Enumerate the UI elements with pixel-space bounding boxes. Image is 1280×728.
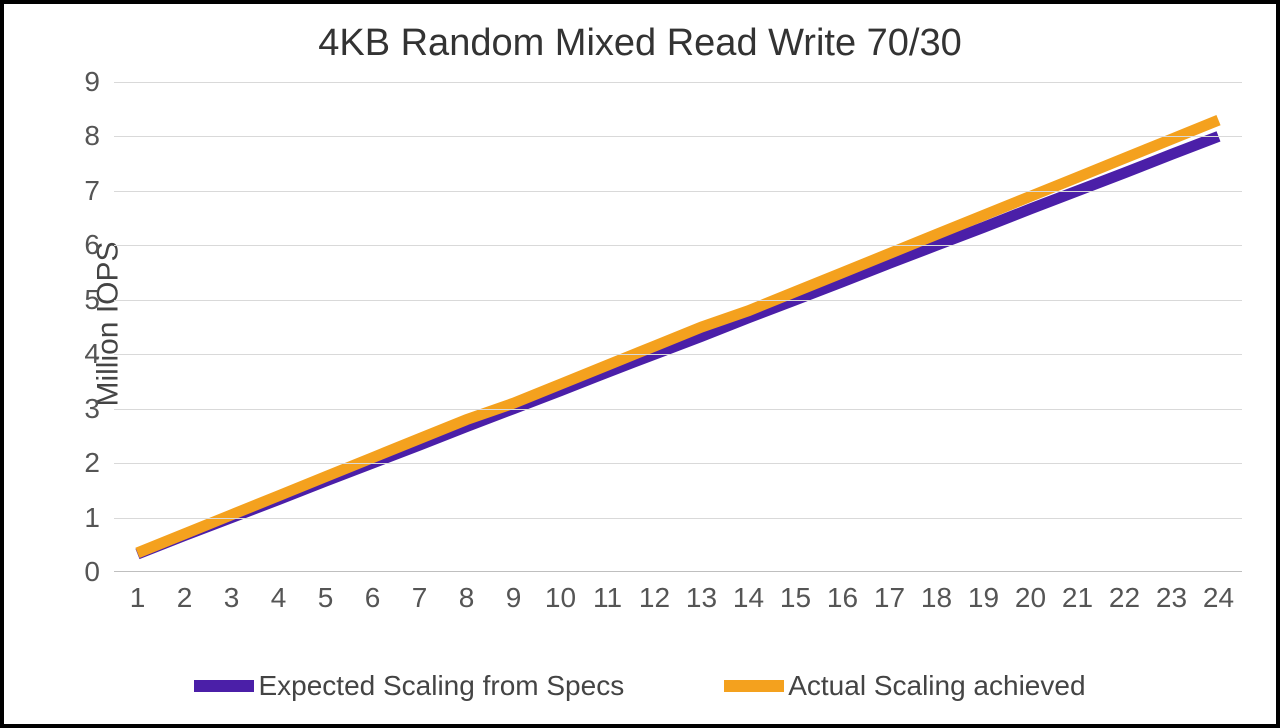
gridline (114, 245, 1242, 246)
gridline (114, 409, 1242, 410)
x-tick-label: 22 (1109, 572, 1140, 614)
legend-item-expected: Expected Scaling from Specs (194, 670, 624, 702)
gridline (114, 191, 1242, 192)
x-tick-label: 23 (1156, 572, 1187, 614)
chart-title: 4KB Random Mixed Read Write 70/30 (4, 22, 1276, 65)
gridline (114, 518, 1242, 519)
x-tick-label: 2 (177, 572, 193, 614)
gridline (114, 354, 1242, 355)
gridline (114, 136, 1242, 137)
x-tick-label: 12 (639, 572, 670, 614)
gridline (114, 463, 1242, 464)
gridline (114, 300, 1242, 301)
x-tick-label: 18 (921, 572, 952, 614)
y-tick-label: 3 (60, 393, 114, 425)
x-tick-label: 7 (412, 572, 428, 614)
x-tick-label: 21 (1062, 572, 1093, 614)
y-tick-label: 2 (60, 447, 114, 479)
x-tick-label: 6 (365, 572, 381, 614)
x-tick-label: 14 (733, 572, 764, 614)
x-tick-label: 24 (1203, 572, 1234, 614)
x-tick-label: 20 (1015, 572, 1046, 614)
y-tick-label: 9 (60, 66, 114, 98)
series-actual-line (138, 120, 1219, 553)
x-tick-label: 1 (130, 572, 146, 614)
y-tick-label: 8 (60, 120, 114, 152)
plot-area: 0123456789123456789101112131415161718192… (114, 82, 1242, 572)
x-tick-label: 15 (780, 572, 811, 614)
x-tick-label: 5 (318, 572, 334, 614)
legend-label-actual: Actual Scaling achieved (788, 670, 1085, 702)
legend-swatch-expected (194, 680, 254, 692)
x-tick-label: 13 (686, 572, 717, 614)
legend: Expected Scaling from Specs Actual Scali… (4, 670, 1276, 702)
y-tick-label: 1 (60, 502, 114, 534)
x-tick-label: 19 (968, 572, 999, 614)
x-tick-label: 11 (593, 572, 622, 614)
y-tick-label: 7 (60, 175, 114, 207)
x-tick-label: 8 (459, 572, 475, 614)
y-tick-label: 5 (60, 284, 114, 316)
legend-swatch-actual (724, 680, 784, 692)
y-tick-label: 0 (60, 556, 114, 588)
x-tick-label: 16 (827, 572, 858, 614)
y-tick-label: 4 (60, 338, 114, 370)
legend-label-expected: Expected Scaling from Specs (258, 670, 624, 702)
chart-lines (114, 82, 1242, 572)
gridline (114, 82, 1242, 83)
x-tick-label: 9 (506, 572, 522, 614)
y-tick-label: 6 (60, 229, 114, 261)
legend-item-actual: Actual Scaling achieved (724, 670, 1085, 702)
x-tick-label: 10 (545, 572, 576, 614)
x-tick-label: 17 (874, 572, 905, 614)
x-tick-label: 3 (224, 572, 240, 614)
chart-frame: 4KB Random Mixed Read Write 70/30 Millio… (0, 0, 1280, 728)
x-tick-label: 4 (271, 572, 287, 614)
